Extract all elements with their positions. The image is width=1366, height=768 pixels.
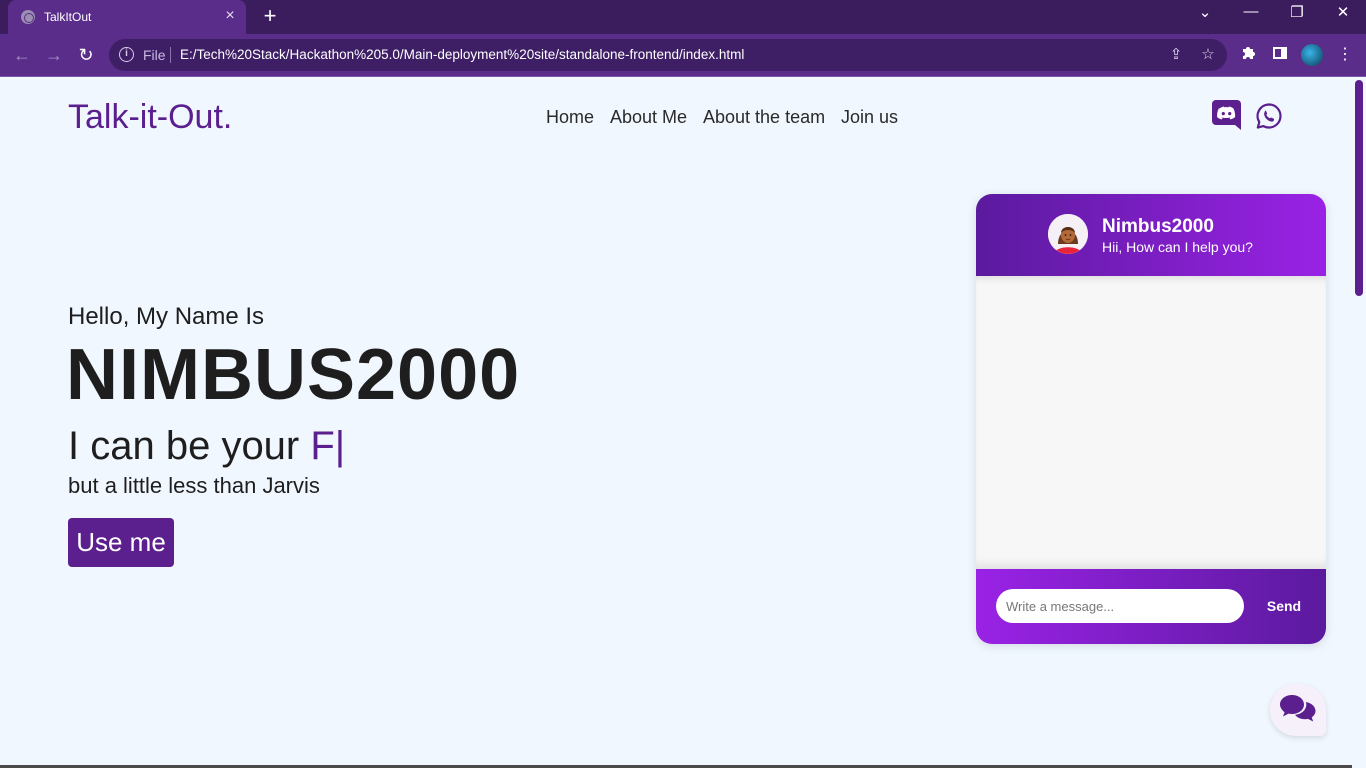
browser-tab[interactable]: TalkItOut × [8,0,246,34]
address-bar[interactable]: i File E:/Tech%20Stack/Hackathon%205.0/M… [109,39,1227,71]
message-input[interactable] [996,589,1244,623]
hero-subtitle: but a little less than Jarvis [68,473,320,498]
info-icon[interactable]: i [119,47,134,62]
bookmark-star-icon[interactable]: ☆ [1199,46,1217,64]
chat-messages [976,276,1326,569]
tab-search-icon[interactable]: ⌄ [1193,3,1217,21]
tagline-prefix: I can be your [68,424,311,468]
menu-icon[interactable]: ⋮ [1335,45,1355,65]
bot-avatar [1048,214,1088,254]
browser-toolbar: ← → ↻ i File E:/Tech%20Stack/Hackathon%2… [0,34,1366,76]
side-panel-icon[interactable] [1270,45,1290,65]
chat-footer: Send [976,569,1326,644]
forward-icon[interactable]: → [42,43,66,67]
chat-toggle-button[interactable] [1270,684,1326,736]
nav-about-team[interactable]: About the team [703,107,825,128]
minimize-button[interactable]: — [1239,3,1263,20]
chat-header: Nimbus2000 Hii, How can I help you? [976,194,1326,276]
nav-about-me[interactable]: About Me [610,107,687,128]
chat-widget: Nimbus2000 Hii, How can I help you? Send [976,194,1326,644]
site-logo[interactable]: Talk-it-Out. [68,98,232,137]
chat-bubbles-icon [1280,695,1316,722]
reload-icon[interactable]: ↻ [74,43,98,67]
toolbar-divider [0,76,1366,77]
whatsapp-icon[interactable] [1255,102,1283,130]
bot-name: Nimbus2000 [1102,216,1214,237]
tab-title: TalkItOut [44,10,92,24]
back-icon[interactable]: ← [10,43,34,67]
profile-avatar[interactable] [1301,44,1323,66]
hero-title: NIMBUS2000 [66,335,521,415]
new-tab-button[interactable]: + [258,5,282,29]
nav-home[interactable]: Home [546,107,594,128]
typed-text: F| [310,424,346,468]
globe-icon [21,10,35,24]
use-me-button[interactable]: Use me [68,518,174,567]
tab-close-icon[interactable]: × [222,7,238,25]
send-button[interactable]: Send [1256,589,1312,623]
close-window-button[interactable]: ✕ [1331,3,1355,21]
bot-greeting: Hii, How can I help you? [1102,239,1253,255]
url-text[interactable]: E:/Tech%20Stack/Hackathon%205.0/Main-dep… [180,47,744,62]
hero-tagline: I can be your F| [68,424,345,469]
nav-join-us[interactable]: Join us [841,107,898,128]
file-label: File [143,47,166,63]
browser-tab-bar: TalkItOut × + ⌄ — ❐ ✕ [0,0,1366,34]
divider [170,47,171,63]
share-icon[interactable]: ⇪ [1167,46,1185,64]
scrollbar-thumb[interactable] [1355,80,1363,296]
hero-greeting: Hello, My Name Is [68,303,265,330]
restore-button[interactable]: ❐ [1285,3,1309,21]
extensions-icon[interactable] [1238,45,1258,65]
discord-icon[interactable] [1212,100,1241,130]
